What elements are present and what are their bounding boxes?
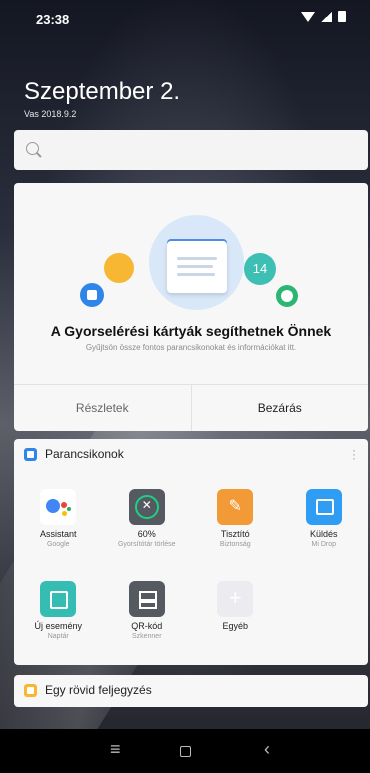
shortcut-label: Küldés <box>309 529 338 539</box>
shortcut-label: QR-kód <box>131 621 163 631</box>
note-header: Egy rövid feljegyzés <box>14 675 368 705</box>
navigation-bar: ≡ ‹ <box>0 729 370 773</box>
broom-icon: ✎ <box>217 489 254 525</box>
note-title: Egy rövid feljegyzés <box>45 683 152 697</box>
search-icon <box>26 142 39 155</box>
note-pen-icon <box>24 683 37 697</box>
shortcut-label: Új esemény <box>34 621 83 631</box>
shortcut-cleaner[interactable]: ✎ Tisztító Biztonság <box>191 477 280 565</box>
google-assistant-icon <box>40 489 77 525</box>
calendar-badge: 14 <box>244 253 276 285</box>
menu-icon[interactable]: ≡ <box>110 739 121 760</box>
shortcut-sublabel: Szkenner <box>131 633 162 640</box>
intro-illustration: 14 <box>14 203 368 313</box>
more-options-icon[interactable]: · · · <box>352 444 356 464</box>
shortcut-assistant[interactable]: Assistant Google <box>14 477 103 565</box>
shortcut-sublabel: Google <box>46 541 70 548</box>
status-time: 23:38 <box>36 12 70 27</box>
battery-icon <box>338 11 346 22</box>
intro-title: A Gyorselérési kártyák segíthetnek Önnek <box>50 323 332 339</box>
shortcut-sublabel: Mi Drop <box>311 541 336 548</box>
shortcuts-header: Parancsikonok <box>14 439 368 469</box>
details-button[interactable]: Részletek <box>14 385 192 431</box>
back-icon[interactable]: ‹ <box>264 739 270 760</box>
shortcut-qr[interactable]: QR-kód Szkenner <box>103 569 192 657</box>
shortcut-sublabel: Gyorsítótár törlése <box>117 541 176 548</box>
signal-icon <box>321 11 332 22</box>
wifi-icon <box>301 11 315 22</box>
close-button[interactable]: Bezárás <box>192 385 369 431</box>
date-title: Szeptember 2. <box>24 78 181 105</box>
cache-clean-icon: ✕ <box>128 489 165 525</box>
shortcut-label: Egyéb <box>222 621 249 631</box>
shortcuts-card: Parancsikonok · · · Assistant Google ✕ 60%… <box>14 439 368 665</box>
pen-icon <box>104 253 134 283</box>
ball-icon <box>276 285 298 307</box>
shortcut-sublabel: Biztonság <box>219 541 251 548</box>
shortcut-label: Tisztító <box>220 529 250 539</box>
shortcut-label: 60% <box>137 529 156 539</box>
shortcut-sublabel: Naptár <box>47 633 69 640</box>
shortcut-icon <box>80 283 104 307</box>
intro-description: Gyűjtsön össze fontos parancsikonokat és… <box>85 343 297 352</box>
quick-cards-intro-card: 14 A Gyorselérési kártyák segíthetnek Ön… <box>14 183 368 431</box>
shortcuts-title: Parancsikonok <box>45 447 124 461</box>
shortcut-new-event[interactable]: Új esemény Naptár <box>14 569 103 657</box>
calendar-icon <box>40 581 77 617</box>
search-input[interactable] <box>14 130 368 170</box>
date-subtitle: Vas 2018.9.2 <box>24 109 77 119</box>
shortcut-cache-clean[interactable]: ✕ 60% Gyorsítótár törlése <box>103 477 192 565</box>
shortcut-other[interactable]: + Egyéb <box>191 569 280 657</box>
qr-scanner-icon <box>128 581 165 617</box>
plus-icon: + <box>217 581 254 617</box>
status-bar: 23:38 <box>0 0 370 36</box>
shortcut-mi-drop[interactable]: Küldés Mi Drop <box>280 477 369 565</box>
home-icon[interactable] <box>180 746 191 757</box>
shortcuts-app-icon <box>24 447 37 461</box>
shortcut-label: Assistant <box>39 529 77 539</box>
note-card[interactable]: Egy rövid feljegyzés <box>14 675 368 707</box>
mi-drop-icon <box>305 489 342 525</box>
